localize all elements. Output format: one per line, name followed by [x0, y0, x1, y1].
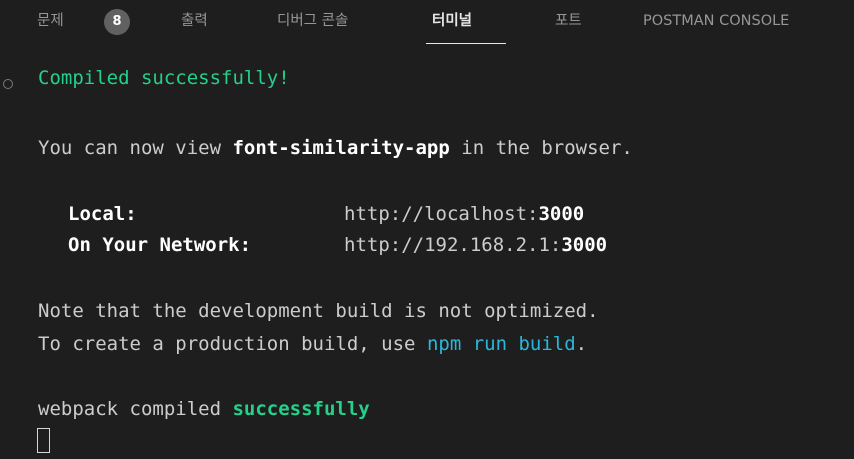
- network-url-prefix: http://192.168.2.1:: [344, 234, 562, 256]
- tab-postman-console[interactable]: POSTMAN CONSOLE: [643, 9, 789, 33]
- tab-problems[interactable]: 문제: [37, 9, 64, 33]
- network-label: On Your Network:: [68, 234, 252, 256]
- app-name: font-similarity-app: [232, 137, 450, 159]
- terminal-panel: 문제 8 출력 디버그 콘솔 터미널 포트 POSTMAN CONSOLE Co…: [0, 0, 854, 459]
- view-prefix: You can now view: [38, 137, 233, 159]
- local-url[interactable]: http://localhost:3000: [344, 200, 584, 228]
- problems-count-badge: 8: [104, 9, 130, 35]
- active-tab-indicator: [426, 43, 506, 44]
- view-line: You can now view font-similarity-app in …: [38, 134, 633, 162]
- tab-terminal[interactable]: 터미널: [432, 9, 472, 33]
- build-line: To create a production build, use npm ru…: [38, 330, 587, 358]
- local-url-prefix: http://localhost:: [344, 203, 539, 225]
- local-label: Local:: [68, 203, 137, 225]
- compiled-line: Compiled successfully!: [38, 67, 290, 89]
- network-url[interactable]: http://192.168.2.1:3000: [344, 231, 607, 259]
- view-suffix: in the browser.: [449, 137, 633, 159]
- note-line: Note that the development build is not o…: [38, 300, 599, 322]
- tab-output[interactable]: 출력: [181, 9, 208, 33]
- terminal-cursor: [37, 428, 50, 453]
- network-port: 3000: [561, 234, 608, 256]
- build-prefix: To create a production build, use: [38, 333, 427, 355]
- build-suffix: .: [575, 333, 588, 355]
- local-port: 3000: [538, 203, 585, 225]
- webpack-status: successfully: [232, 398, 370, 420]
- tab-ports[interactable]: 포트: [555, 9, 582, 33]
- webpack-prefix: webpack compiled: [38, 398, 233, 420]
- webpack-line: webpack compiled successfully: [38, 395, 370, 423]
- build-command: npm run build: [426, 333, 576, 355]
- panel-tab-bar: 문제 8 출력 디버그 콘솔 터미널 포트 POSTMAN CONSOLE: [0, 0, 854, 48]
- terminal-output[interactable]: Compiled successfully! You can now view …: [0, 48, 854, 459]
- tab-debug-console[interactable]: 디버그 콘솔: [277, 9, 348, 33]
